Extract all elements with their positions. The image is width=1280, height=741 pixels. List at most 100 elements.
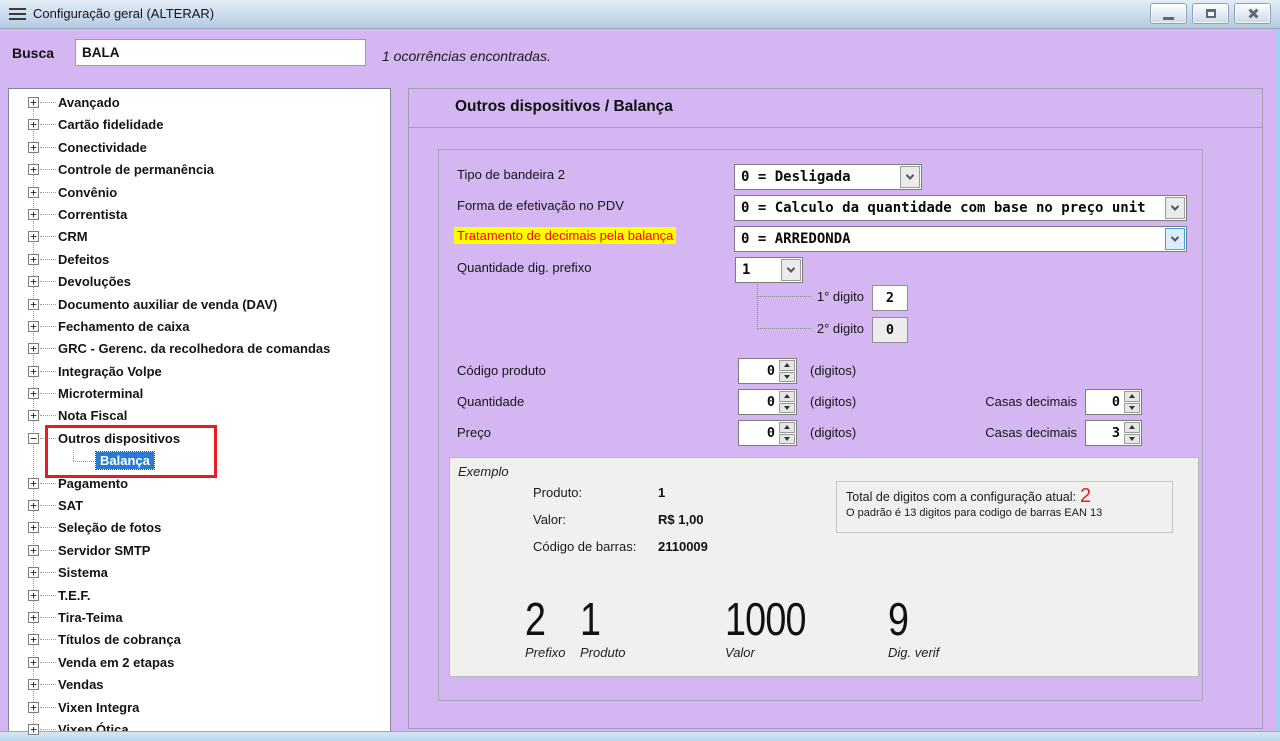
spin-up-button[interactable]	[779, 360, 795, 371]
expand-icon[interactable]: +	[28, 209, 39, 220]
tree-item-nota-fiscal[interactable]: + Nota Fiscal	[9, 405, 390, 427]
tree-item-label[interactable]: CRM	[58, 229, 88, 244]
expand-icon[interactable]: +	[28, 612, 39, 623]
tree-item-label[interactable]: Sistema	[58, 565, 108, 580]
tree-item-convenio[interactable]: +Convênio	[9, 182, 390, 204]
tree-item-cartao-fidelidade[interactable]: + Cartão fidelidade	[9, 114, 390, 136]
tree-item-label[interactable]: Venda em 2 etapas	[58, 655, 174, 670]
expand-icon[interactable]: +	[28, 119, 39, 130]
minimize-button[interactable]	[1150, 3, 1187, 24]
tree-item-microterminal[interactable]: +Microterminal	[9, 383, 390, 405]
spin-up-button[interactable]	[779, 391, 795, 402]
tree-item-label[interactable]: Integração Volpe	[58, 364, 162, 379]
spin-down-button[interactable]	[1124, 434, 1140, 445]
expand-icon[interactable]: +	[28, 321, 39, 332]
tree-item-defeitos[interactable]: + Defeitos	[9, 249, 390, 271]
tree-item-titulos-de-cobranca[interactable]: + Títulos de cobrança	[9, 629, 390, 651]
digito-1-input[interactable]: 2	[872, 285, 908, 311]
tree-item-outros-dispositivos[interactable]: − Outros dispositivos	[9, 428, 390, 450]
tree-item-label[interactable]: Avançado	[58, 95, 120, 110]
tree-item-vixen-integra[interactable]: + Vixen Integra	[9, 697, 390, 719]
tree-item-fechamento-de-caixa[interactable]: + Fechamento de caixa	[9, 316, 390, 338]
tipo-bandeira-2-select[interactable]: 0 = Desligada	[734, 164, 922, 190]
expand-icon[interactable]: +	[28, 545, 39, 556]
tree-item-label[interactable]: Seleção de fotos	[58, 520, 161, 535]
tree-item-label[interactable]: Conectividade	[58, 140, 147, 155]
spin-down-button[interactable]	[779, 403, 795, 414]
tree-item-crm[interactable]: + CRM	[9, 226, 390, 248]
tree-item-label[interactable]: Pagamento	[58, 476, 128, 491]
tree-item-label[interactable]: Defeitos	[58, 252, 109, 267]
tree-item-label[interactable]: Devoluções	[58, 274, 131, 289]
expand-icon[interactable]: +	[28, 142, 39, 153]
preco-spinner[interactable]: 0	[738, 420, 797, 446]
tree-item-avancado[interactable]: +Avançado	[9, 92, 390, 114]
expand-icon[interactable]: +	[28, 590, 39, 601]
tree-item-t-e-f[interactable]: + T.E.F.	[9, 585, 390, 607]
expand-icon[interactable]: +	[28, 702, 39, 713]
expand-icon[interactable]: +	[28, 187, 39, 198]
search-input[interactable]	[75, 39, 366, 66]
quantidade-spinner[interactable]: 0	[738, 389, 797, 415]
expand-icon[interactable]: +	[28, 500, 39, 511]
tree-item-label[interactable]: T.E.F.	[58, 588, 91, 603]
tree-item-label[interactable]: Nota Fiscal	[58, 408, 127, 423]
expand-icon[interactable]: +	[28, 254, 39, 265]
hamburger-menu-icon[interactable]	[9, 8, 26, 20]
tree-item-label[interactable]: Títulos de cobrança	[58, 632, 181, 647]
tree-item-label[interactable]: SAT	[58, 498, 83, 513]
tree-item-controle-de-permanencia[interactable]: + Controle de permanência	[9, 159, 390, 181]
forma-efetivacao-select[interactable]: 0 = Calculo da quantidade com base no pr…	[734, 195, 1187, 221]
casas-decimais-preco-spinner[interactable]: 3	[1085, 420, 1142, 446]
expand-icon[interactable]: +	[28, 299, 39, 310]
tree-item-selecao-de-fotos[interactable]: + Seleção de fotos	[9, 517, 390, 539]
chevron-down-icon[interactable]	[1165, 197, 1185, 219]
tree-item-label[interactable]: Documento auxiliar de venda (DAV)	[58, 297, 277, 312]
expand-icon[interactable]: +	[28, 343, 39, 354]
tree-item-label[interactable]: Cartão fidelidade	[58, 117, 163, 132]
tree-item-label[interactable]: Vendas	[58, 677, 104, 692]
expand-icon[interactable]: +	[28, 567, 39, 578]
expand-icon[interactable]: +	[28, 164, 39, 175]
spin-up-button[interactable]	[1124, 422, 1140, 433]
tree-item-devolucoes[interactable]: + Devoluções	[9, 271, 390, 293]
tree-item-label[interactable]: Vixen Integra	[58, 700, 139, 715]
expand-icon[interactable]: +	[28, 522, 39, 533]
tree-item-label[interactable]: Servidor SMTP	[58, 543, 150, 558]
tree-item-documento-auxiliar-de-venda-dav[interactable]: + Documento auxiliar de venda (DAV)	[9, 294, 390, 316]
tree-item-balanca[interactable]: Balança	[9, 450, 390, 472]
expand-icon[interactable]: +	[28, 478, 39, 489]
tree-item-grc-gerenc-da-recolhedora-de-comandas[interactable]: + GRC - Gerenc. da recolhedora de comanda…	[9, 338, 390, 360]
chevron-down-icon[interactable]	[1165, 228, 1185, 250]
tree-item-pagamento[interactable]: + Pagamento	[9, 473, 390, 495]
expand-icon[interactable]: +	[28, 276, 39, 287]
chevron-down-icon[interactable]	[900, 166, 920, 188]
expand-icon[interactable]: +	[28, 388, 39, 399]
tree-item-correntista[interactable]: +Correntista	[9, 204, 390, 226]
tratamento-decimais-select[interactable]: 0 = ARREDONDA	[734, 226, 1187, 252]
tree-item-tira-teima[interactable]: + Tira-Teima	[9, 607, 390, 629]
expand-icon[interactable]: +	[28, 410, 39, 421]
tree-item-sistema[interactable]: + Sistema	[9, 562, 390, 584]
collapse-icon[interactable]: −	[28, 433, 39, 444]
tree-item-label[interactable]: Tira-Teima	[58, 610, 123, 625]
tree-item-label[interactable]: GRC - Gerenc. da recolhedora de comandas	[58, 341, 330, 356]
tree-item-label[interactable]: Outros dispositivos	[58, 431, 180, 446]
chevron-down-icon[interactable]	[781, 259, 801, 281]
codigo-produto-spinner[interactable]: 0	[738, 358, 797, 384]
expand-icon[interactable]: +	[28, 679, 39, 690]
tree-item-sat[interactable]: + SAT	[9, 495, 390, 517]
digito-2-input[interactable]: 0	[872, 317, 908, 343]
restore-button[interactable]	[1192, 3, 1229, 24]
tree-item-label[interactable]: Fechamento de caixa	[58, 319, 190, 334]
tree-item-integracao-volpe[interactable]: +Integração Volpe	[9, 361, 390, 383]
close-button[interactable]	[1234, 3, 1271, 24]
spin-down-button[interactable]	[1124, 403, 1140, 414]
spin-up-button[interactable]	[779, 422, 795, 433]
spin-down-button[interactable]	[779, 372, 795, 383]
expand-icon[interactable]: +	[28, 231, 39, 242]
expand-icon[interactable]: +	[28, 657, 39, 668]
tree-item-label[interactable]: Controle de permanência	[58, 162, 214, 177]
expand-icon[interactable]: +	[28, 634, 39, 645]
tree-item-conectividade[interactable]: + Conectividade	[9, 137, 390, 159]
